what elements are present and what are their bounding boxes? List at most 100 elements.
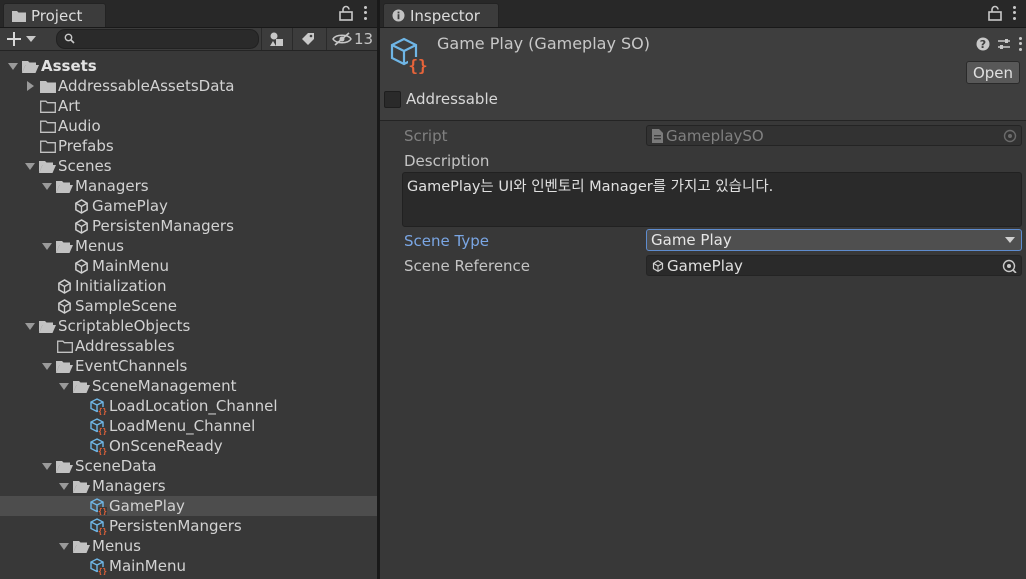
target-icon — [1003, 129, 1017, 143]
tree-item[interactable]: {} GamePlay — [0, 496, 377, 516]
scene-reference-field[interactable]: GamePlay — [646, 255, 1022, 276]
scriptable-object-icon: {} — [90, 437, 107, 455]
search-input[interactable] — [56, 29, 259, 49]
preset-icon[interactable] — [997, 37, 1011, 51]
unity-scene-icon — [56, 278, 73, 294]
tree-item[interactable]: {} OnSceneReady — [0, 436, 377, 456]
tree-item[interactable]: {} LoadLocation_Channel — [0, 396, 377, 416]
tree-item-label: Managers — [92, 477, 166, 495]
tree-item[interactable]: SceneManagement — [0, 376, 377, 396]
unity-scene-icon — [73, 258, 90, 274]
tree-item[interactable]: PersistenManagers — [0, 216, 377, 236]
addressable-checkbox[interactable] — [384, 90, 401, 108]
chevron-down-icon[interactable] — [25, 161, 35, 171]
tree-item[interactable]: Menus — [0, 536, 377, 556]
tree-item-label: OnSceneReady — [109, 437, 223, 455]
tree-item-label: Managers — [75, 177, 149, 195]
tree-item-label: PersistenMangers — [109, 517, 242, 535]
scriptable-object-icon: {} — [90, 517, 107, 535]
chevron-down-icon[interactable] — [42, 241, 52, 251]
tree-item-label: SceneData — [75, 457, 157, 475]
tree-item-label: AddressableAssetsData — [58, 77, 235, 95]
tree-item[interactable]: Art — [0, 96, 377, 116]
tree-item[interactable]: {} LoadMenu_Channel — [0, 416, 377, 436]
scriptable-object-icon: {} — [90, 417, 107, 435]
help-icon[interactable]: ? — [976, 37, 990, 51]
unity-scene-icon — [73, 198, 90, 214]
tree-item-label: EventChannels — [75, 357, 188, 375]
chevron-down-icon[interactable] — [59, 541, 69, 551]
open-button[interactable]: Open — [966, 61, 1020, 84]
kebab-menu-icon[interactable] — [363, 5, 367, 21]
chevron-down-icon[interactable] — [42, 461, 52, 471]
filter-by-label-button[interactable] — [292, 28, 323, 50]
folder-open-icon — [39, 318, 56, 334]
chevron-down-icon[interactable] — [25, 321, 35, 331]
tree-item[interactable]: ScriptableObjects — [0, 316, 377, 336]
tree-item[interactable]: EventChannels — [0, 356, 377, 376]
filter-by-type-button[interactable] — [261, 28, 292, 50]
tree-item[interactable]: Managers — [0, 476, 377, 496]
create-button[interactable] — [6, 29, 44, 49]
tag-icon — [302, 33, 314, 45]
scene-reference-value: GamePlay — [667, 256, 743, 275]
tree-item[interactable]: {} PersistenMangers — [0, 516, 377, 536]
svg-text:{}: {} — [98, 507, 107, 515]
addressable-toggle[interactable]: Addressable — [384, 90, 498, 108]
chevron-down-icon[interactable] — [59, 381, 69, 391]
search-icon — [64, 33, 75, 44]
folder-open-icon — [73, 378, 90, 394]
scene-type-dropdown[interactable]: Game Play — [646, 229, 1022, 251]
tree-item[interactable]: Prefabs — [0, 136, 377, 156]
lock-icon[interactable] — [988, 5, 1002, 21]
tree-item[interactable]: AddressableAssetsData — [0, 76, 377, 96]
description-textarea[interactable]: GamePlay는 UI와 인벤토리 Manager를 가지고 있습니다. — [402, 172, 1022, 227]
chevron-down-icon[interactable] — [42, 361, 52, 371]
lock-icon[interactable] — [339, 5, 353, 21]
svg-text:{}: {} — [98, 427, 107, 435]
script-field: GameplaySO — [646, 125, 1022, 146]
tree-item[interactable]: SampleScene — [0, 296, 377, 316]
kebab-menu-icon[interactable] — [1012, 5, 1016, 21]
tree-item-label: MainMenu — [92, 257, 169, 275]
folder-open-icon — [73, 538, 90, 554]
tree-item-label: Addressables — [75, 337, 175, 355]
chevron-down-icon[interactable] — [59, 481, 69, 491]
tree-item[interactable]: {} MainMenu — [0, 556, 377, 576]
tree-item-label: Audio — [58, 117, 101, 135]
hidden-packages-toggle[interactable]: 13 — [326, 28, 377, 50]
tree-item[interactable]: SceneData — [0, 456, 377, 476]
scriptable-object-icon: {} — [90, 497, 107, 515]
script-value: GameplaySO — [666, 126, 764, 145]
project-tree: Assets AddressableAssetsData Art Audio Prefa… — [0, 56, 377, 576]
chevron-right-icon[interactable] — [25, 81, 35, 91]
chevron-down-icon[interactable] — [8, 61, 18, 71]
scene-type-value: Game Play — [651, 231, 732, 249]
script-label: Script — [404, 127, 448, 145]
tree-item[interactable]: Initialization — [0, 276, 377, 296]
unity-scene-icon — [56, 298, 73, 314]
tree-item[interactable]: Audio — [0, 116, 377, 136]
description-label: Description — [404, 152, 490, 170]
tree-item-label: Assets — [41, 57, 97, 75]
project-toolbar: 13 — [0, 28, 377, 51]
svg-text:?: ? — [980, 38, 986, 51]
tree-item[interactable]: Assets — [0, 56, 377, 76]
tree-item[interactable]: Managers — [0, 176, 377, 196]
target-icon[interactable] — [1002, 259, 1017, 273]
tree-item[interactable]: MainMenu — [0, 256, 377, 276]
tree-item[interactable]: Scenes — [0, 156, 377, 176]
scene-reference-label: Scene Reference — [404, 257, 531, 275]
scriptable-object-icon: {} — [90, 557, 107, 575]
folder-open-icon — [56, 458, 73, 474]
folder-icon — [56, 338, 73, 354]
inspector-tab[interactable]: Inspector — [383, 3, 499, 27]
tree-item[interactable]: GamePlay — [0, 196, 377, 216]
tree-item[interactable]: Menus — [0, 236, 377, 256]
inspector-tab-label: Inspector — [410, 6, 480, 25]
kebab-menu-icon[interactable] — [1018, 36, 1022, 52]
project-tab[interactable]: Project — [3, 3, 106, 27]
scene-type-label: Scene Type — [404, 232, 489, 250]
tree-item[interactable]: Addressables — [0, 336, 377, 356]
chevron-down-icon[interactable] — [42, 181, 52, 191]
